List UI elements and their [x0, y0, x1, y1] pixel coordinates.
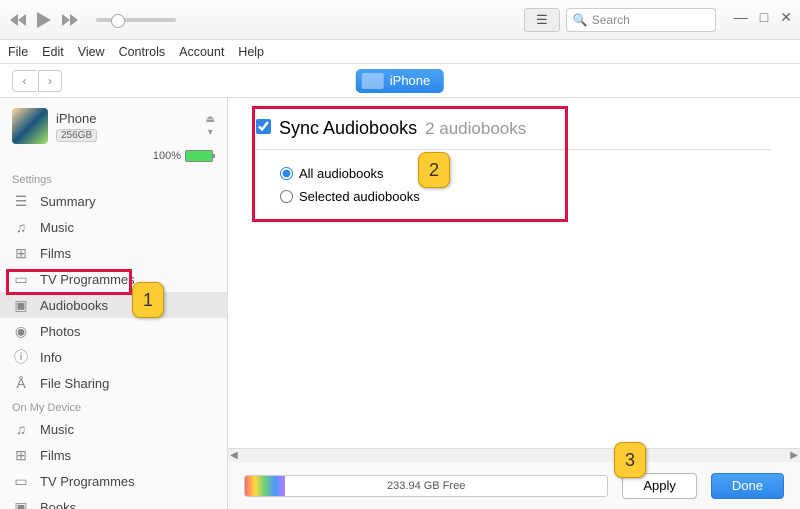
battery-icon: [185, 150, 213, 162]
radio-selected-audiobooks[interactable]: Selected audiobooks: [280, 189, 772, 204]
sync-count: 2 audiobooks: [425, 119, 526, 139]
search-placeholder: Search: [592, 13, 630, 27]
menu-account[interactable]: Account: [179, 45, 224, 59]
audiobooks-icon: ▣: [12, 296, 30, 314]
sidebar-section-settings: Settings: [0, 168, 227, 188]
music-icon: ♫: [12, 218, 30, 236]
sync-title: Sync Audiobooks: [279, 118, 417, 139]
sidebar-item-od-music[interactable]: ♫ Music: [0, 416, 227, 442]
sidebar-item-photos[interactable]: ◉ Photos: [0, 318, 227, 344]
battery-percent: 100%: [153, 150, 181, 162]
music-icon: ♫: [12, 420, 30, 438]
sidebar-item-label: File Sharing: [40, 376, 109, 391]
storage-free-label: 233.94 GB Free: [387, 480, 465, 492]
sync-audiobooks-checkbox[interactable]: [256, 119, 271, 134]
eject-icon[interactable]: ⏏: [206, 114, 215, 125]
menu-controls[interactable]: Controls: [119, 45, 166, 59]
device-name: iPhone: [56, 111, 198, 126]
books-icon: ▣: [12, 498, 30, 509]
chevron-down-icon[interactable]: ▾: [208, 127, 213, 138]
menu-help[interactable]: Help: [238, 45, 264, 59]
titlebar: ☰ 🔍 Search — □ ✕: [0, 0, 800, 40]
radio-all-audiobooks[interactable]: All audiobooks: [280, 166, 772, 181]
list-view-button[interactable]: ☰: [524, 8, 560, 32]
menu-bar: File Edit View Controls Account Help: [0, 40, 800, 64]
annotation-callout-2: 2: [418, 152, 450, 188]
sidebar-item-label: Photos: [40, 324, 80, 339]
device-capacity-badge: 256GB: [56, 129, 97, 142]
menu-edit[interactable]: Edit: [42, 45, 64, 59]
sidebar-item-films[interactable]: ⊞ Films: [0, 240, 227, 266]
volume-slider[interactable]: [96, 18, 176, 22]
radio-label: Selected audiobooks: [299, 189, 420, 204]
menu-file[interactable]: File: [8, 45, 28, 59]
device-pill-label: iPhone: [390, 73, 430, 88]
sidebar-item-tv[interactable]: ▭ TV Programmes: [0, 266, 227, 292]
filesharing-icon: Å: [12, 374, 30, 392]
annotation-callout-3: 3: [614, 442, 646, 478]
info-icon: ⓘ: [12, 348, 30, 366]
sidebar-section-ondevice: On My Device: [0, 396, 227, 416]
sidebar-item-label: Films: [40, 448, 71, 463]
radio-label: All audiobooks: [299, 166, 384, 181]
nav-row: ‹ › iPhone: [0, 64, 800, 98]
search-input[interactable]: 🔍 Search: [566, 8, 716, 32]
horizontal-scrollbar[interactable]: ◀▶: [228, 448, 800, 462]
device-thumbnail: [12, 108, 48, 144]
radio-all-input[interactable]: [280, 167, 293, 180]
annotation-callout-1: 1: [132, 282, 164, 318]
nav-back-button[interactable]: ‹: [12, 70, 36, 92]
window-controls: — □ ✕: [734, 9, 792, 26]
tv-icon: ▭: [12, 270, 30, 288]
sidebar-item-music[interactable]: ♫ Music: [0, 214, 227, 240]
main-panel: Sync Audiobooks 2 audiobooks All audiobo…: [228, 98, 800, 509]
tv-icon: ▭: [12, 472, 30, 490]
films-icon: ⊞: [12, 244, 30, 262]
summary-icon: ☰: [12, 192, 30, 210]
sidebar-item-label: Info: [40, 350, 62, 365]
sidebar-item-label: Summary: [40, 194, 96, 209]
radio-selected-input[interactable]: [280, 190, 293, 203]
play-button[interactable]: [34, 10, 54, 30]
next-track-button[interactable]: [60, 10, 80, 30]
sidebar-item-filesharing[interactable]: Å File Sharing: [0, 370, 227, 396]
device-pill-icon: [362, 73, 384, 89]
maximize-button[interactable]: □: [760, 9, 768, 26]
sidebar-item-label: TV Programmes: [40, 272, 135, 287]
photos-icon: ◉: [12, 322, 30, 340]
sidebar-item-label: TV Programmes: [40, 474, 135, 489]
search-icon: 🔍: [573, 13, 588, 27]
prev-track-button[interactable]: [8, 10, 28, 30]
device-row[interactable]: iPhone 256GB ⏏ ▾: [0, 104, 227, 148]
device-pill[interactable]: iPhone: [356, 69, 444, 93]
sidebar-item-label: Films: [40, 246, 71, 261]
nav-forward-button[interactable]: ›: [38, 70, 62, 92]
sidebar: iPhone 256GB ⏏ ▾ 100% Settings ☰Summary …: [0, 98, 228, 509]
bottom-bar: ◀▶ 233.94 GB Free Apply Done: [228, 461, 800, 509]
storage-used-segment: [245, 476, 285, 496]
playback-controls: [8, 10, 176, 30]
sidebar-item-label: Music: [40, 220, 74, 235]
sidebar-item-label: Audiobooks: [40, 298, 108, 313]
sidebar-item-summary[interactable]: ☰ Summary: [0, 188, 227, 214]
sidebar-item-label: Music: [40, 422, 74, 437]
sidebar-item-od-tv[interactable]: ▭ TV Programmes: [0, 468, 227, 494]
sidebar-item-od-films[interactable]: ⊞ Films: [0, 442, 227, 468]
storage-bar: 233.94 GB Free: [244, 475, 608, 497]
sidebar-item-label: Books: [40, 500, 76, 509]
minimize-button[interactable]: —: [734, 9, 748, 26]
sidebar-item-info[interactable]: ⓘ Info: [0, 344, 227, 370]
films-icon: ⊞: [12, 446, 30, 464]
sidebar-item-audiobooks[interactable]: ▣ Audiobooks: [0, 292, 227, 318]
done-button[interactable]: Done: [711, 473, 784, 499]
sidebar-item-od-books[interactable]: ▣ Books: [0, 494, 227, 509]
close-button[interactable]: ✕: [780, 9, 792, 26]
menu-view[interactable]: View: [78, 45, 105, 59]
